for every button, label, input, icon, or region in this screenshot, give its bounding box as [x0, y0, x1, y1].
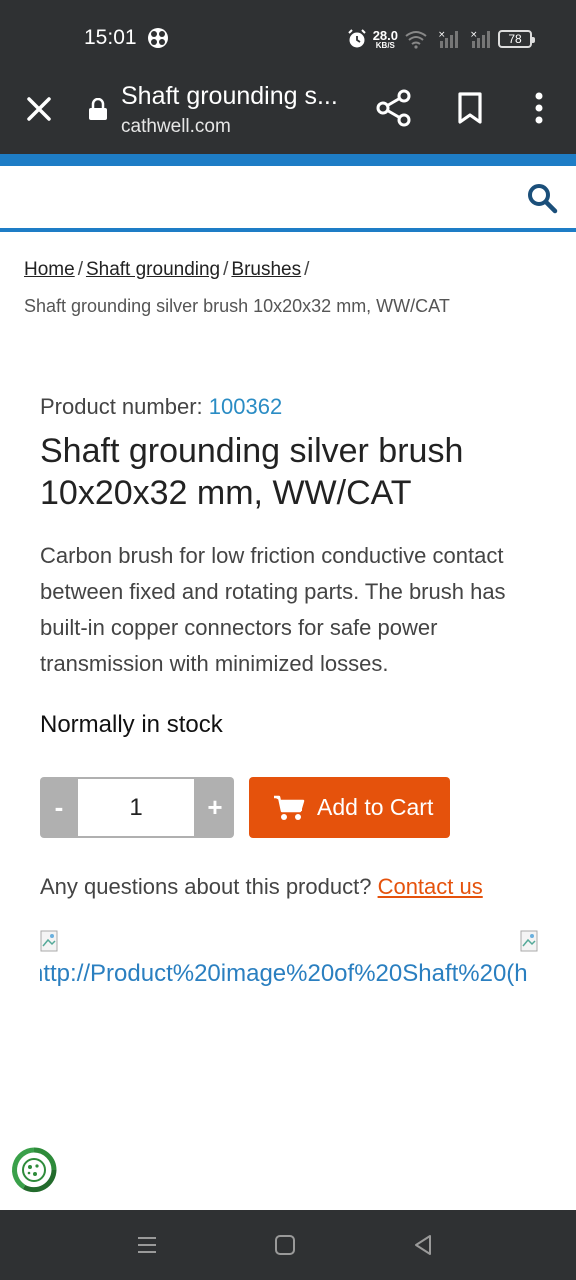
- add-to-cart-label: Add to Cart: [317, 794, 434, 820]
- share-icon[interactable]: [374, 88, 414, 128]
- system-navigation-bar: [0, 1210, 576, 1280]
- questions-text: Any questions about this product?: [40, 874, 372, 899]
- svg-text:×: ×: [470, 30, 478, 40]
- status-indicators: 28.0 KB/S × × 78: [347, 26, 535, 52]
- lock-icon[interactable]: [88, 98, 108, 120]
- add-to-cart-button[interactable]: Add to Cart: [249, 777, 450, 838]
- app-notification-icon: [148, 28, 168, 48]
- cart-icon: [274, 795, 305, 820]
- quantity-input[interactable]: [78, 779, 194, 836]
- svg-text:×: ×: [438, 30, 446, 40]
- page-domain[interactable]: cathwell.com: [121, 116, 231, 138]
- product-description: Carbon brush for low friction conductive…: [40, 543, 506, 676]
- product-image-alt-text: http://Product%20image%20of%20Shaft%20(h: [40, 960, 528, 987]
- product-title: Shaft grounding silver brush 10x20x32 mm…: [40, 432, 464, 512]
- header-divider: [0, 228, 576, 232]
- battery-level: 78: [508, 32, 522, 46]
- browser-toolbar: Shaft grounding s... cathwell.com: [0, 74, 576, 154]
- broken-image-icon: [40, 930, 58, 952]
- product-number-value: 100362: [208, 394, 283, 419]
- signal-icon-sim2: ×: [470, 30, 490, 48]
- contact-us-link[interactable]: Contact us: [378, 874, 483, 899]
- signal-icon-sim1: ×: [438, 30, 458, 48]
- back-icon[interactable]: [412, 1234, 434, 1256]
- cookie-settings-icon[interactable]: [10, 1146, 58, 1194]
- stock-status: Normally in stock: [40, 711, 223, 738]
- breadcrumb: Home / Shaft grounding / Brushes /: [24, 258, 554, 282]
- search-icon[interactable]: [526, 182, 558, 214]
- breadcrumb-shaft-grounding[interactable]: Shaft grounding: [86, 259, 220, 280]
- status-time: 15:01: [84, 26, 137, 49]
- quantity-stepper: - +: [40, 777, 234, 838]
- home-icon[interactable]: [274, 1234, 296, 1256]
- recents-icon[interactable]: [136, 1234, 158, 1256]
- network-speed: 28.0 KB/S: [372, 27, 398, 50]
- battery-icon: 78: [498, 30, 535, 48]
- product-image: http://Product%20image%20of%20Shaft%20(h: [40, 930, 538, 990]
- site-header: [0, 166, 576, 228]
- product-number: Product number: 100362: [40, 394, 282, 420]
- questions-line: Any questions about this product? Contac…: [40, 874, 483, 900]
- broken-image-icon: [520, 930, 538, 952]
- more-options-icon[interactable]: [526, 90, 552, 126]
- breadcrumb-home[interactable]: Home: [24, 259, 75, 280]
- breadcrumb-current: Shaft grounding silver brush 10x20x32 mm…: [24, 296, 450, 316]
- close-icon[interactable]: [22, 92, 56, 126]
- page-title[interactable]: Shaft grounding s...: [121, 82, 338, 111]
- breadcrumb-separator: /: [304, 259, 310, 280]
- alarm-icon: [347, 29, 366, 48]
- quantity-decrease-button[interactable]: -: [40, 777, 78, 838]
- status-bar: 15:01 28.0 KB/S × × 78: [0, 0, 576, 74]
- header-accent-strip: [0, 154, 576, 166]
- breadcrumb-brushes[interactable]: Brushes: [231, 259, 301, 280]
- product-number-label: Product number:: [40, 394, 203, 419]
- quantity-increase-button[interactable]: +: [196, 777, 234, 838]
- wifi-icon: [405, 31, 427, 49]
- breadcrumb-separator: /: [77, 259, 83, 280]
- bookmark-icon[interactable]: [452, 90, 488, 126]
- breadcrumb-separator: /: [223, 259, 229, 280]
